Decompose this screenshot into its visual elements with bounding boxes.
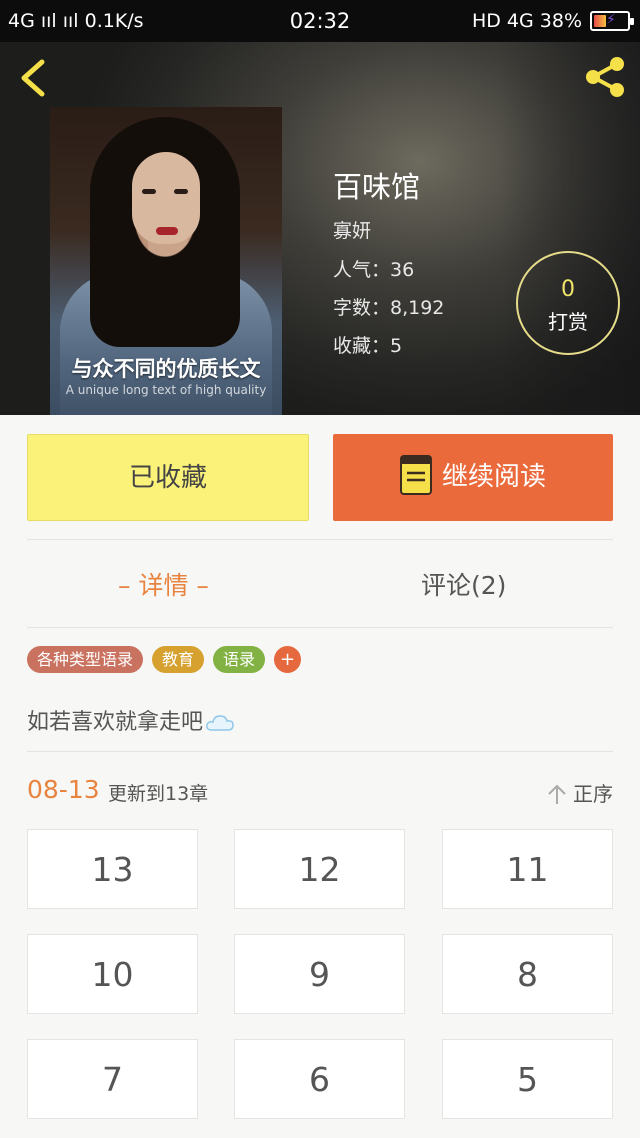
- tab-detail[interactable]: – 详情 –: [118, 566, 209, 602]
- cover-title: 与众不同的优质长文: [71, 357, 261, 381]
- add-tag-button[interactable]: +: [274, 646, 302, 673]
- cover-subtitle: A unique long text of high quality: [65, 383, 267, 397]
- divider: [27, 539, 613, 540]
- divider: [27, 751, 613, 752]
- favorited-button[interactable]: 已收藏: [27, 434, 309, 521]
- battery-icon: ⚡: [590, 11, 634, 31]
- sort-order-button[interactable]: 正序: [547, 778, 613, 807]
- book-header: 与众不同的优质长文 A unique long text of high qua…: [0, 42, 640, 415]
- divider: [27, 627, 613, 628]
- chapter-button[interactable]: 11: [442, 829, 613, 909]
- status-bar: 4G ııl ııl 0.1K/s 02:32 HD 4G 38% ⚡: [0, 0, 640, 42]
- reward-count: 0: [561, 277, 575, 302]
- cloud-icon: [206, 715, 234, 731]
- continue-reading-label: 继续阅读: [441, 462, 546, 492]
- back-arrow-icon[interactable]: [14, 56, 58, 100]
- tab-comments[interactable]: 评论(2): [421, 566, 506, 602]
- share-icon[interactable]: [580, 52, 630, 102]
- continue-reading-button[interactable]: 继续阅读: [333, 434, 613, 521]
- tag-quotes-types[interactable]: 各种类型语录: [27, 646, 144, 673]
- chapter-button[interactable]: 13: [27, 829, 198, 909]
- book-description: 如若喜欢就拿走吧: [27, 704, 235, 736]
- book-icon: [399, 454, 432, 495]
- reward-label: 打赏: [548, 310, 588, 334]
- chapter-button[interactable]: 5: [442, 1039, 613, 1119]
- reward-button[interactable]: 0 打赏: [516, 251, 620, 355]
- tag-education[interactable]: 教育: [152, 646, 205, 673]
- book-author[interactable]: 寡妍: [333, 216, 371, 243]
- tag-list: 各种类型语录 教育 语录 +: [27, 646, 302, 673]
- update-status: 更新到13章: [108, 783, 209, 805]
- signal-battery-text: HD 4G 38%: [471, 10, 582, 32]
- charging-icon: ⚡: [606, 12, 616, 28]
- sort-label: 正序: [573, 782, 613, 806]
- chapter-button[interactable]: 7: [27, 1039, 198, 1119]
- battery-level: [594, 15, 607, 27]
- chapter-button[interactable]: 10: [27, 934, 198, 1014]
- chapter-button[interactable]: 8: [442, 934, 613, 1014]
- description-text: 如若喜欢就拿走吧: [27, 710, 204, 735]
- favorites-stat: 收藏：5: [333, 335, 403, 357]
- update-date: 08-13: [27, 775, 100, 804]
- chapter-button[interactable]: 12: [234, 829, 405, 909]
- tag-quotes[interactable]: 语录: [213, 646, 266, 673]
- chapter-button[interactable]: 9: [234, 934, 405, 1014]
- popularity-stat: 人气：36: [333, 259, 415, 281]
- arrow-up-icon: [548, 784, 566, 804]
- book-title: 百味馆: [333, 170, 421, 204]
- chapter-button[interactable]: 6: [234, 1039, 405, 1119]
- book-cover[interactable]: 与众不同的优质长文 A unique long text of high qua…: [50, 107, 282, 415]
- word-count-stat: 字数：8,192: [333, 297, 445, 319]
